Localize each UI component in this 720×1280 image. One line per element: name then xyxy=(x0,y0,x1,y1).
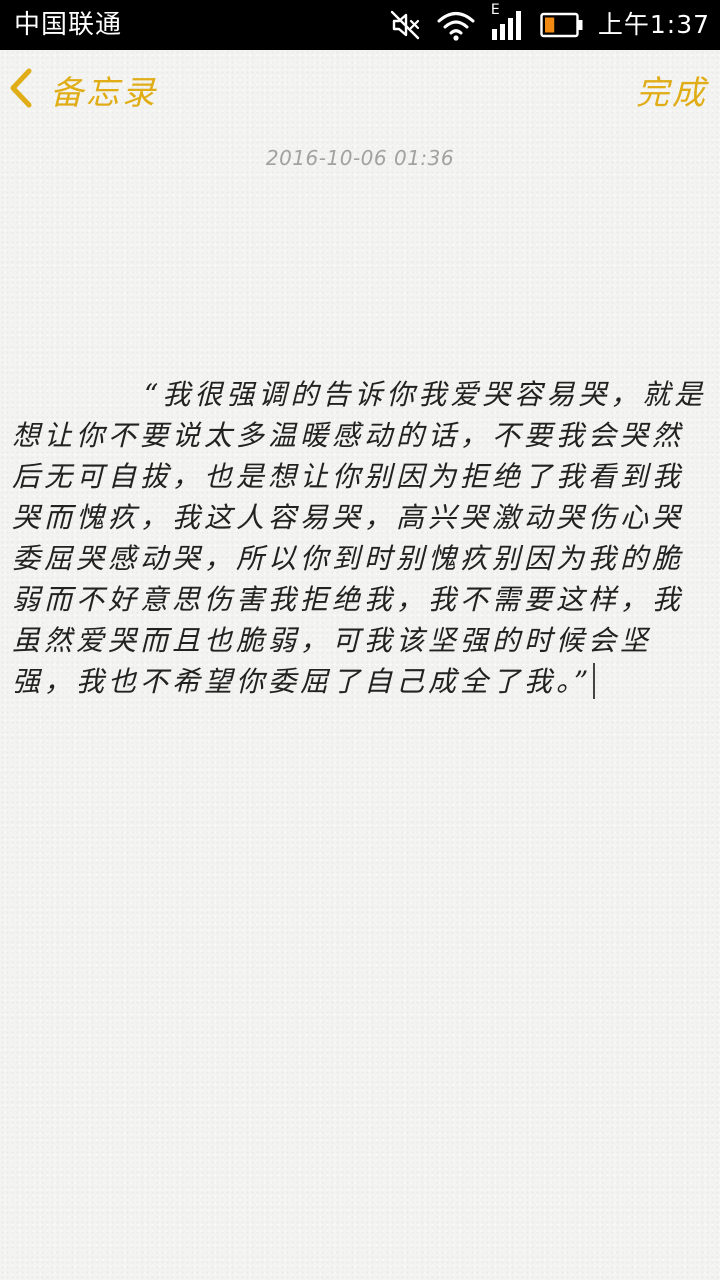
status-bar: 中国联通 E 上午1:37 xyxy=(0,0,720,50)
nav-bar: 备忘录 完成 xyxy=(0,50,720,130)
clock: 上午1:37 xyxy=(597,10,710,39)
status-icons: E 上午1:37 xyxy=(388,0,710,50)
done-button[interactable]: 完成 xyxy=(636,62,708,118)
chevron-left-icon xyxy=(8,67,34,113)
mute-icon xyxy=(388,8,422,42)
battery-icon xyxy=(540,12,584,38)
back-label: 备忘录 xyxy=(50,73,158,112)
text-cursor xyxy=(593,663,596,699)
back-button[interactable]: 备忘录 xyxy=(8,62,158,118)
note-timestamp: 2016-10-06 01:36 xyxy=(265,146,455,170)
carrier-label: 中国联通 xyxy=(14,10,123,40)
wifi-icon xyxy=(436,8,476,42)
note-body-text: “我很强调的告诉你我爱哭容易哭，就是想让你不要说太多温暖感动的话，不要我会哭然后… xyxy=(12,378,707,698)
note-body-editor[interactable]: “我很强调的告诉你我爱哭容易哭，就是想让你不要说太多温暖感动的话，不要我会哭然后… xyxy=(12,374,708,702)
signal-icon: E xyxy=(490,2,526,42)
